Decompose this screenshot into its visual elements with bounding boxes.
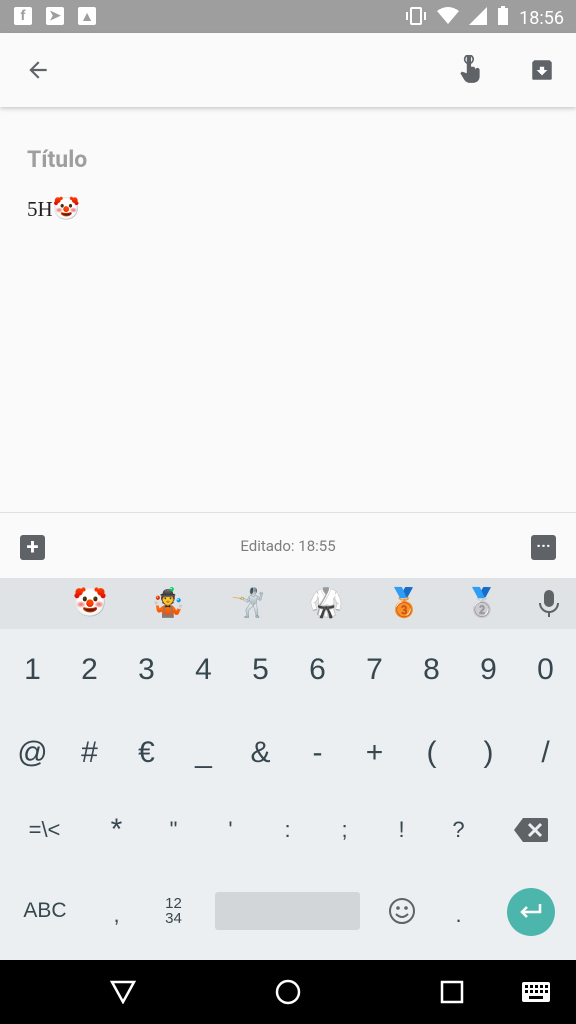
- note-toolbar: [0, 33, 576, 107]
- enter-key[interactable]: [507, 888, 555, 936]
- touch-hand-icon: [460, 55, 480, 83]
- facebook-icon: f: [14, 7, 32, 25]
- key[interactable]: ): [460, 717, 517, 789]
- note-title-field[interactable]: Título: [27, 146, 87, 173]
- square-recents-icon: [440, 980, 464, 1004]
- key[interactable]: 6: [289, 634, 346, 706]
- key[interactable]: 1: [4, 634, 61, 706]
- emoji-key[interactable]: [373, 875, 430, 947]
- numpad-key[interactable]: 12 34: [145, 875, 202, 947]
- emoji-suggestion[interactable]: 🥋: [298, 586, 354, 619]
- enter-arrow-icon: [520, 904, 542, 918]
- note-body-emoji: 🤡: [52, 196, 81, 221]
- nav-home-button[interactable]: [268, 974, 308, 1010]
- space-key[interactable]: [215, 892, 360, 930]
- backspace-icon: [513, 818, 548, 842]
- key[interactable]: ": [145, 794, 202, 866]
- emoji-suggestion[interactable]: 🥈: [454, 586, 510, 619]
- key[interactable]: @: [4, 717, 61, 789]
- key[interactable]: 3: [118, 634, 175, 706]
- archive-button[interactable]: [514, 33, 570, 107]
- edited-timestamp: Editado: 18:55: [240, 537, 336, 555]
- key[interactable]: #: [61, 717, 118, 789]
- smiley-icon: [388, 898, 415, 924]
- vibrate-icon: [405, 7, 427, 29]
- nav-back-button[interactable]: [103, 974, 143, 1010]
- key[interactable]: ?: [430, 794, 487, 866]
- key[interactable]: 2: [61, 634, 118, 706]
- key[interactable]: 5: [232, 634, 289, 706]
- key[interactable]: :: [259, 794, 316, 866]
- key[interactable]: _: [175, 717, 232, 789]
- key[interactable]: +: [346, 717, 403, 789]
- status-time: 18:56: [519, 7, 564, 29]
- signal-icon: [469, 7, 488, 29]
- key[interactable]: 4: [175, 634, 232, 706]
- image-icon: ▲: [78, 7, 96, 25]
- key[interactable]: 0: [517, 634, 574, 706]
- battery-icon: [497, 6, 509, 30]
- key[interactable]: /: [517, 717, 574, 789]
- key[interactable]: -: [289, 717, 346, 789]
- key[interactable]: 7: [346, 634, 403, 706]
- key[interactable]: €: [118, 717, 175, 789]
- status-bar: f ➤ ▲ 18:56: [0, 0, 576, 33]
- backspace-key[interactable]: [502, 794, 559, 866]
- key[interactable]: ': [202, 794, 259, 866]
- key[interactable]: *: [88, 794, 145, 866]
- key-symbols-alt[interactable]: =\<: [16, 794, 73, 866]
- emoji-suggestion[interactable]: 🥉: [376, 586, 432, 619]
- note-bottom-bar: + Editado: 18:55 ···: [0, 512, 576, 579]
- more-options-button[interactable]: ···: [531, 535, 556, 560]
- key[interactable]: (: [403, 717, 460, 789]
- key[interactable]: ;: [316, 794, 373, 866]
- key[interactable]: 9: [460, 634, 517, 706]
- keyboard-switch-button[interactable]: [516, 974, 556, 1010]
- nav-recents-button[interactable]: [432, 974, 472, 1010]
- wifi-icon: [437, 7, 460, 29]
- abc-key[interactable]: ABC: [10, 875, 80, 947]
- navigation-bar: [0, 960, 576, 1024]
- keyboard-icon: [522, 982, 550, 1002]
- emoji-suggestion[interactable]: 🤡: [62, 586, 118, 619]
- period-key[interactable]: .: [430, 879, 487, 951]
- archive-icon: [532, 60, 552, 80]
- telegram-icon: ➤: [46, 7, 64, 25]
- back-button[interactable]: [10, 33, 66, 107]
- emoji-suggestion-strip: 🤡 🤹 🤺 🥋 🥉 🥈: [0, 578, 576, 630]
- microphone-icon[interactable]: [538, 590, 560, 622]
- key[interactable]: 8: [403, 634, 460, 706]
- touch-button[interactable]: [442, 33, 498, 107]
- emoji-suggestion[interactable]: 🤺: [220, 586, 276, 619]
- key[interactable]: &: [232, 717, 289, 789]
- keyboard: 1 2 3 4 5 6 7 8 9 0 @ # € _ & - + ( ) / …: [0, 629, 576, 960]
- emoji-suggestion[interactable]: 🤹: [140, 586, 196, 619]
- note-body-text: 5H: [27, 197, 53, 221]
- comma-key[interactable]: ,: [88, 879, 145, 951]
- key[interactable]: !: [373, 794, 430, 866]
- note-body-field[interactable]: 5H🤡: [27, 196, 80, 222]
- triangle-back-icon: [110, 980, 136, 1004]
- circle-home-icon: [275, 979, 301, 1005]
- arrow-back-icon: [29, 61, 47, 79]
